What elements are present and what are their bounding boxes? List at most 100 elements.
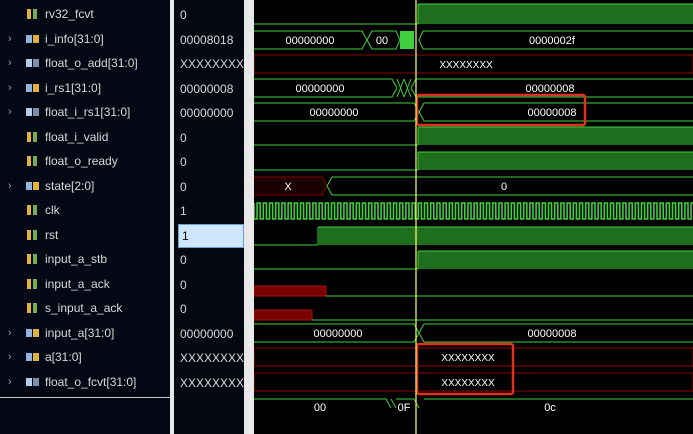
expand-chevron-icon[interactable]: › bbox=[8, 106, 20, 118]
wave-s-input-a-ack bbox=[254, 309, 693, 321]
expand-chevron-icon[interactable]: › bbox=[8, 57, 20, 69]
signal-value[interactable]: 1 bbox=[178, 224, 244, 248]
signal-row-15[interactable]: › float_o_fcvt[31:0] bbox=[0, 370, 170, 394]
clock-trace bbox=[254, 202, 693, 220]
wave-a: XXXXXXXX bbox=[254, 347, 693, 367]
wave-value-label: 0c bbox=[544, 402, 556, 414]
signal-value[interactable]: 00008018 bbox=[174, 28, 244, 52]
bit-icon bbox=[26, 8, 40, 20]
signal-row-2[interactable]: › float_o_add[31:0] bbox=[0, 51, 170, 75]
signal-name-label: input_a[31:0] bbox=[45, 326, 115, 340]
signal-value[interactable]: 00000008 bbox=[174, 77, 244, 101]
expand-chevron-icon[interactable]: › bbox=[8, 351, 20, 363]
signal-value[interactable]: 00000000 bbox=[174, 322, 244, 346]
panel-divider[interactable] bbox=[244, 0, 254, 434]
signal-value[interactable]: 1 bbox=[174, 199, 244, 223]
signal-row-11[interactable]: ›input_a_ack bbox=[0, 272, 170, 296]
signal-name-label: input_a_ack bbox=[45, 277, 110, 291]
expand-chevron-icon[interactable]: › bbox=[8, 180, 20, 192]
signal-value[interactable]: 0 bbox=[174, 175, 244, 199]
wave-value-label: 00000008 bbox=[528, 328, 577, 340]
signal-value[interactable]: 0 bbox=[174, 150, 244, 174]
bit-icon bbox=[26, 253, 40, 265]
signal-name-label: a[31:0] bbox=[45, 350, 82, 364]
signal-name-label: rst bbox=[45, 228, 59, 242]
waveform-panel[interactable]: 00000000 00 0000002f XXXXXXXX 00000000 0… bbox=[254, 0, 693, 434]
signal-name-label: input_a_stb bbox=[45, 252, 108, 266]
wave-rv32-fcvt bbox=[254, 3, 693, 25]
signal-value[interactable]: 0 bbox=[174, 3, 244, 27]
float-bus-icon bbox=[26, 57, 40, 69]
waveform-canvas[interactable]: 00000000 00 0000002f XXXXXXXX 00000000 0… bbox=[254, 0, 693, 434]
wave-value-label: 00000000 bbox=[314, 328, 363, 340]
signal-row-9[interactable]: ›rst bbox=[0, 223, 170, 247]
wave-float-o-add: XXXXXXXX bbox=[254, 54, 693, 74]
wave-value-label: 00 bbox=[314, 402, 326, 414]
signal-row-12[interactable]: ›s_input_a_ack bbox=[0, 296, 170, 320]
expand-chevron-icon[interactable]: › bbox=[8, 327, 20, 339]
wave-float-i-rs1: 00000000 00000008 bbox=[254, 93, 693, 127]
signal-name-label: float_i_valid bbox=[45, 130, 109, 144]
signal-name-label: clk bbox=[45, 203, 60, 217]
float-bus-icon bbox=[26, 106, 40, 118]
signal-name-label: s_input_a_ack bbox=[45, 301, 123, 315]
wave-clk bbox=[254, 202, 693, 220]
signal-name-label: state[2:0] bbox=[45, 179, 95, 193]
signal-name-label: i_info[31:0] bbox=[45, 32, 104, 46]
bit-icon bbox=[26, 302, 40, 314]
bus-icon bbox=[26, 33, 40, 45]
wave-float-o-fcvt: XXXXXXXX bbox=[254, 372, 693, 392]
bus-icon bbox=[26, 327, 40, 339]
signal-value[interactable]: 0 bbox=[174, 126, 244, 150]
wave-value-label: XXXXXXXX bbox=[439, 60, 493, 71]
signal-row-8[interactable]: ›clk bbox=[0, 198, 170, 222]
signal-value[interactable]: 0 bbox=[174, 297, 244, 321]
wave-value-label: 00 bbox=[376, 35, 388, 47]
signal-row-13[interactable]: › input_a[31:0] bbox=[0, 321, 170, 345]
row-divider bbox=[0, 397, 170, 398]
wave-value-label: 00000008 bbox=[526, 83, 575, 95]
signal-row-14[interactable]: › a[31:0] bbox=[0, 345, 170, 369]
bit-icon bbox=[26, 131, 40, 143]
wave-value-label: 00000008 bbox=[528, 107, 577, 119]
wave-value-label: 0000002f bbox=[529, 35, 576, 47]
signal-value[interactable]: 0 bbox=[174, 273, 244, 297]
expand-chevron-icon[interactable]: › bbox=[8, 82, 20, 94]
signal-row-4[interactable]: › float_i_rs1[31:0] bbox=[0, 100, 170, 124]
wave-input-a: 00000000 00000008 bbox=[254, 323, 693, 343]
wave-rst bbox=[254, 226, 693, 246]
signal-value[interactable]: XXXXXXXX bbox=[174, 52, 244, 76]
signal-row-0[interactable]: ›rv32_fcvt bbox=[0, 2, 170, 26]
signal-row-7[interactable]: › state[2:0] bbox=[0, 174, 170, 198]
signal-name-label: float_o_add[31:0] bbox=[45, 56, 138, 70]
wave-value-label: 0 bbox=[501, 181, 507, 193]
wave-value-label: X bbox=[284, 181, 292, 193]
wave-value-label: XXXXXXXX bbox=[441, 378, 495, 389]
expand-chevron-icon[interactable]: › bbox=[8, 376, 20, 388]
signal-value[interactable]: 0 bbox=[174, 248, 244, 272]
signal-name-label: float_i_rs1[31:0] bbox=[45, 105, 131, 119]
signal-value[interactable]: XXXXXXXX bbox=[174, 371, 244, 395]
bus-icon bbox=[26, 351, 40, 363]
expand-chevron-icon[interactable]: › bbox=[8, 33, 20, 45]
bit-icon bbox=[26, 155, 40, 167]
signal-row-5[interactable]: ›float_i_valid bbox=[0, 125, 170, 149]
signal-row-1[interactable]: › i_info[31:0] bbox=[0, 27, 170, 51]
signal-row-6[interactable]: ›float_o_ready bbox=[0, 149, 170, 173]
bit-icon bbox=[26, 278, 40, 290]
signal-row-3[interactable]: › i_rs1[31:0] bbox=[0, 76, 170, 100]
signal-value-panel: 0 00008018 XXXXXXXX 00000008 00000000 0 0 0 1 1 0 0… bbox=[174, 0, 244, 434]
wave-value-label: 00000000 bbox=[296, 83, 345, 95]
bit-icon bbox=[26, 204, 40, 216]
bus-icon bbox=[26, 82, 40, 94]
wave-value-label: 00000000 bbox=[286, 35, 335, 47]
wave-value-label: 00000000 bbox=[310, 107, 359, 119]
signal-value[interactable]: XXXXXXXX bbox=[174, 346, 244, 370]
signal-value[interactable]: 00000000 bbox=[174, 101, 244, 125]
wave-bottom-partial: 00 0F 0c bbox=[254, 398, 693, 414]
wave-float-o-ready bbox=[254, 151, 693, 171]
signal-row-10[interactable]: ›input_a_stb bbox=[0, 247, 170, 271]
signal-name-label: rv32_fcvt bbox=[45, 7, 94, 21]
signal-name-label: i_rs1[31:0] bbox=[45, 81, 102, 95]
bit-icon bbox=[26, 229, 40, 241]
